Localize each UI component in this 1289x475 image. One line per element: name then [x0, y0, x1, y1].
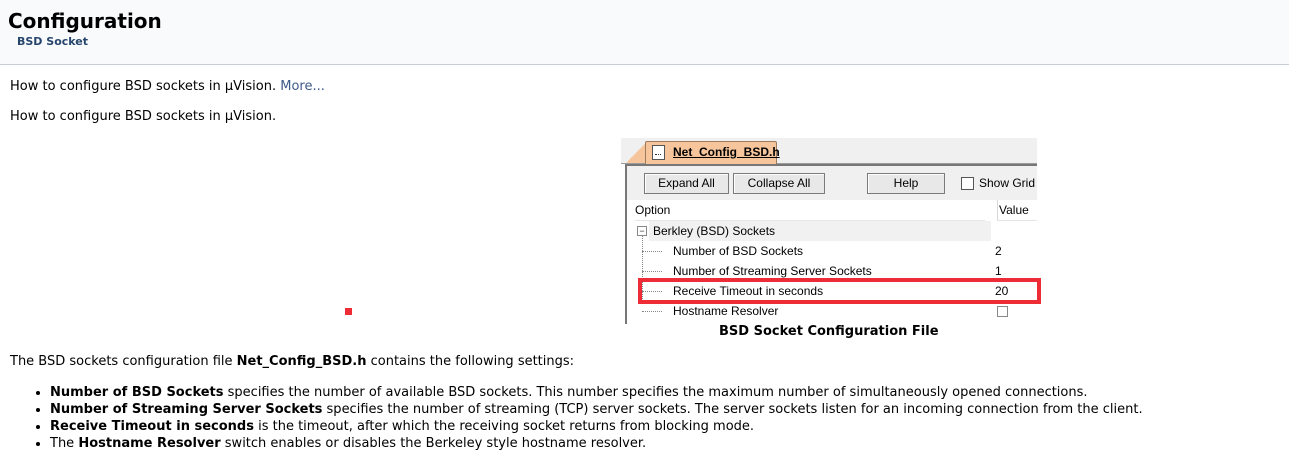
help-button[interactable]: Help	[867, 173, 945, 194]
show-grid-label: Show Grid	[979, 176, 1036, 190]
show-grid-checkbox[interactable]	[961, 177, 974, 190]
file-name: Net_Config_BSD.h	[236, 354, 367, 369]
setting-description: is the timeout, after which the receivin…	[253, 419, 755, 434]
tab-net-config-bsd[interactable]: Net_Config_BSD.h	[645, 141, 780, 164]
column-header-option: Option	[635, 200, 985, 221]
intro-paragraph-2: How to configure BSD sockets in µVision.	[10, 109, 277, 124]
setting-name: Number of BSD Sockets	[50, 385, 224, 400]
group-label: Berkley (BSD) Sockets	[653, 224, 776, 238]
expand-all-button[interactable]: Expand All	[644, 173, 729, 194]
option-row[interactable]: Hostname Resolver	[627, 301, 1037, 321]
settings-list: Number of BSD Sockets specifies the numb…	[32, 384, 1143, 452]
tab-label: Net_Config_BSD.h	[673, 145, 780, 159]
page-title: Configuration	[8, 9, 162, 33]
page-subtitle: BSD Socket	[17, 35, 89, 48]
list-item: The Hostname Resolver switch enables or …	[50, 435, 1143, 452]
setting-prefix: The	[50, 436, 79, 451]
list-item: Receive Timeout in seconds is the timeou…	[50, 418, 1143, 435]
tree-group-row[interactable]: − Berkley (BSD) Sockets	[627, 221, 1037, 241]
intro-paragraph: How to configure BSD sockets in µVision.…	[10, 79, 325, 94]
marker-dot	[345, 308, 352, 315]
settings-intro: The BSD sockets configuration file Net_C…	[10, 354, 574, 369]
list-item: Number of Streaming Server Sockets speci…	[50, 401, 1143, 418]
figure-caption: BSD Socket Configuration File	[719, 324, 939, 339]
settings-intro-text-end: contains the following settings:	[366, 354, 575, 369]
wizard-toolbar: Expand All Collapse All Help Show Grid	[627, 166, 1037, 198]
column-header-value-label: Value	[999, 203, 1029, 217]
setting-name: Receive Timeout in seconds	[50, 419, 254, 434]
settings-intro-text: The BSD sockets configuration file	[10, 354, 237, 369]
intro-text: How to configure BSD sockets in µVision.	[10, 79, 277, 94]
setting-name: Hostname Resolver	[78, 436, 221, 451]
option-value[interactable]: 2	[995, 241, 1002, 261]
collapse-all-button[interactable]: Collapse All	[733, 173, 825, 194]
option-label: Hostname Resolver	[673, 304, 779, 318]
option-row[interactable]: Number of BSD Sockets 2	[627, 241, 1037, 261]
hostname-resolver-checkbox[interactable]	[997, 306, 1008, 317]
page-header: Configuration BSD Socket	[0, 0, 1289, 65]
setting-description: switch enables or disables the Berkeley …	[220, 436, 647, 451]
option-label: Number of BSD Sockets	[673, 244, 804, 258]
setting-name: Number of Streaming Server Sockets	[50, 402, 323, 417]
setting-description: specifies the number of available BSD so…	[223, 385, 1088, 400]
options-grid: Option Value − Berkley (BSD) Sockets Num…	[627, 200, 1037, 324]
editor-tabstrip: Net_Config_BSD.h	[621, 138, 1037, 164]
column-header-value: Value	[997, 200, 1037, 221]
more-link[interactable]: More...	[280, 79, 325, 94]
highlight-box	[638, 278, 1041, 304]
setting-description: specifies the number of streaming (TCP) …	[322, 402, 1143, 417]
list-item: Number of BSD Sockets specifies the numb…	[50, 384, 1143, 401]
file-icon	[652, 145, 665, 160]
